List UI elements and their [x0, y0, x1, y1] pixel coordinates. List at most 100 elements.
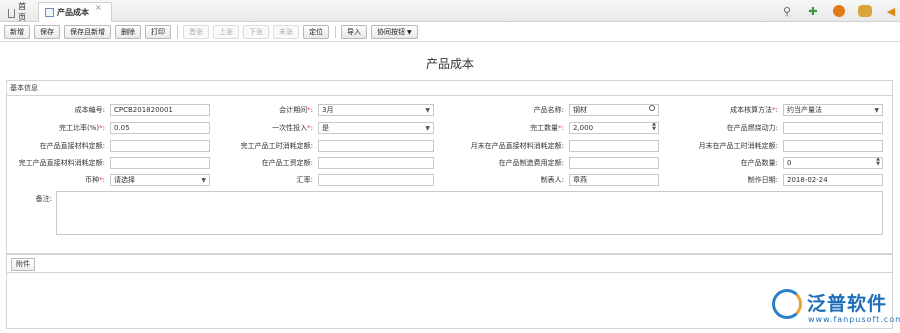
tab-product-cost-label: 产品成本 [57, 8, 89, 17]
prev-record-button[interactable]: 上张 [213, 25, 239, 39]
save-button[interactable]: 保存 [34, 25, 60, 39]
cost-no-label: 成本编号: [74, 106, 105, 114]
qty-stepper[interactable]: 2,000 ▲ ▼ [569, 122, 659, 134]
attachment-section: 附件 [6, 254, 893, 329]
month-end-hours-field[interactable] [783, 140, 883, 152]
label-colon: : [102, 176, 105, 184]
label-colon: : [310, 124, 313, 132]
date-value: 2018-02-24 [787, 176, 828, 184]
product-label: 产品名称: [533, 106, 564, 114]
period-label: 会计期间*: [225, 104, 313, 116]
tab-home-label: 首页 [18, 2, 27, 22]
currency-label-text: 币种 [85, 176, 100, 184]
search-icon[interactable]: ⚲ [778, 3, 796, 19]
finished-hours-label: 完工产品工时消耗定额: [240, 142, 313, 150]
divider [7, 272, 892, 273]
date-label: 制作日期: [747, 176, 778, 184]
stepper-arrows-icon[interactable]: ▲ ▼ [652, 123, 656, 132]
method-label-text: 成本核算方法 [730, 106, 773, 114]
user-icon[interactable] [830, 3, 848, 19]
save-and-new-button[interactable]: 保存且新增 [64, 25, 111, 39]
material-quota-field[interactable] [110, 140, 210, 152]
contacts-icon[interactable] [856, 3, 874, 19]
top-icon-group: ⚲ ✚ ◀ [770, 2, 900, 20]
once-select[interactable]: 是 ▼ [318, 122, 434, 134]
search-icon[interactable] [649, 105, 655, 111]
new-button[interactable]: 新增 [4, 25, 30, 39]
wage-quota-field[interactable] [318, 157, 434, 169]
rate-field[interactable] [318, 174, 434, 186]
chevron-down-icon: ▼ [201, 177, 206, 184]
method-select[interactable]: 约当产量法 ▼ [783, 104, 883, 116]
home-icon [8, 8, 16, 18]
wip-qty-stepper[interactable]: 0 ▲ ▼ [783, 157, 883, 169]
product-value: 钢材 [573, 106, 587, 114]
ratio-label-text: 完工比率(%) [59, 124, 100, 132]
finished-hours-field[interactable] [318, 140, 434, 152]
period-select[interactable]: 3月 ▼ [318, 104, 434, 116]
overhead-quota-field[interactable] [569, 157, 659, 169]
brand-watermark: 泛普软件 www.fanpusoft.com [772, 287, 900, 331]
toolbar: 新增 保存 保存且新增 删除 打印 首张 上张 下张 末张 定位 导入 协同按钮… [0, 23, 900, 42]
maker-field[interactable]: 章燕 [569, 174, 659, 186]
ratio-value: 0.05 [114, 124, 130, 132]
ratio-label: 完工比率(%)*: [20, 122, 105, 134]
collab-button[interactable]: 协同按钮 ▼ [371, 25, 418, 39]
chevron-down-icon: ▼ [425, 107, 430, 114]
rate-label: 汇率: [296, 176, 313, 184]
brand-name: 泛普软件 [807, 293, 888, 315]
finished-material-field[interactable] [110, 157, 210, 169]
locate-button[interactable]: 定位 [303, 25, 329, 39]
fullscreen-icon[interactable]: ✚ [804, 3, 822, 19]
toolbar-divider [335, 26, 336, 38]
product-field[interactable]: 钢材 [569, 104, 659, 116]
currency-label: 币种*: [20, 174, 105, 186]
period-value: 3月 [322, 106, 334, 114]
finished-material-label: 完工产品直接材料消耗定额: [18, 159, 105, 167]
wip-qty-label: 在产品数量: [740, 159, 778, 167]
method-value: 约当产量法 [787, 106, 822, 114]
once-value: 是 [322, 124, 329, 132]
delete-button[interactable]: 删除 [115, 25, 141, 39]
memo-label: 备注: [35, 195, 52, 203]
label-colon: : [561, 124, 564, 132]
material-quota-label: 在产品直接材料定额: [39, 142, 105, 150]
stepper-arrows-icon[interactable]: ▲ ▼ [876, 158, 880, 167]
period-label-text: 会计期间 [279, 106, 308, 114]
currency-value: 请选择 [114, 176, 135, 184]
print-button[interactable]: 打印 [145, 25, 171, 39]
section-title: 基本信息 [7, 81, 892, 96]
qty-label-text: 完工数量 [530, 124, 559, 132]
month-end-hours-label: 月末在产品工时消耗定额: [698, 142, 778, 150]
toolbar-divider [177, 26, 178, 38]
last-record-button[interactable]: 末张 [273, 25, 299, 39]
cost-no-field[interactable]: CPCB201820001 [110, 104, 210, 116]
memo-textarea[interactable] [56, 191, 883, 235]
chevron-down-icon: ▼ [425, 125, 430, 132]
brand-url: www.fanpusoft.com [808, 315, 900, 324]
ratio-field[interactable]: 0.05 [110, 122, 210, 134]
label-colon: : [310, 106, 313, 114]
overhead-quota-label: 在产品制造费用定额: [498, 159, 564, 167]
date-field[interactable]: 2018-02-24 [783, 174, 883, 186]
attachment-button[interactable]: 附件 [11, 258, 35, 271]
qty-label: 完工数量*: [470, 122, 564, 134]
import-button[interactable]: 导入 [341, 25, 367, 39]
qty-value: 2,000 [573, 124, 594, 132]
wip-qty-value: 0 [787, 159, 792, 167]
fuel-label: 在产品燃烧动力: [726, 124, 778, 132]
chevron-down-icon: ▼ [874, 107, 879, 114]
first-record-button[interactable]: 首张 [183, 25, 209, 39]
back-arrow-icon[interactable]: ◀ [882, 3, 900, 19]
page-title: 产品成本 [425, 57, 474, 71]
maker-label: 制表人: [540, 176, 564, 184]
month-end-material-field[interactable] [569, 140, 659, 152]
tab-home[interactable]: 首页 [2, 2, 36, 22]
method-label: 成本核算方法*: [682, 104, 778, 116]
once-label: 一次性投入*: [225, 122, 313, 134]
currency-select[interactable]: 请选择 ▼ [110, 174, 210, 186]
close-icon[interactable]: × [95, 3, 102, 12]
label-colon: : [775, 106, 778, 114]
fuel-field[interactable] [783, 122, 883, 134]
next-record-button[interactable]: 下张 [243, 25, 269, 39]
